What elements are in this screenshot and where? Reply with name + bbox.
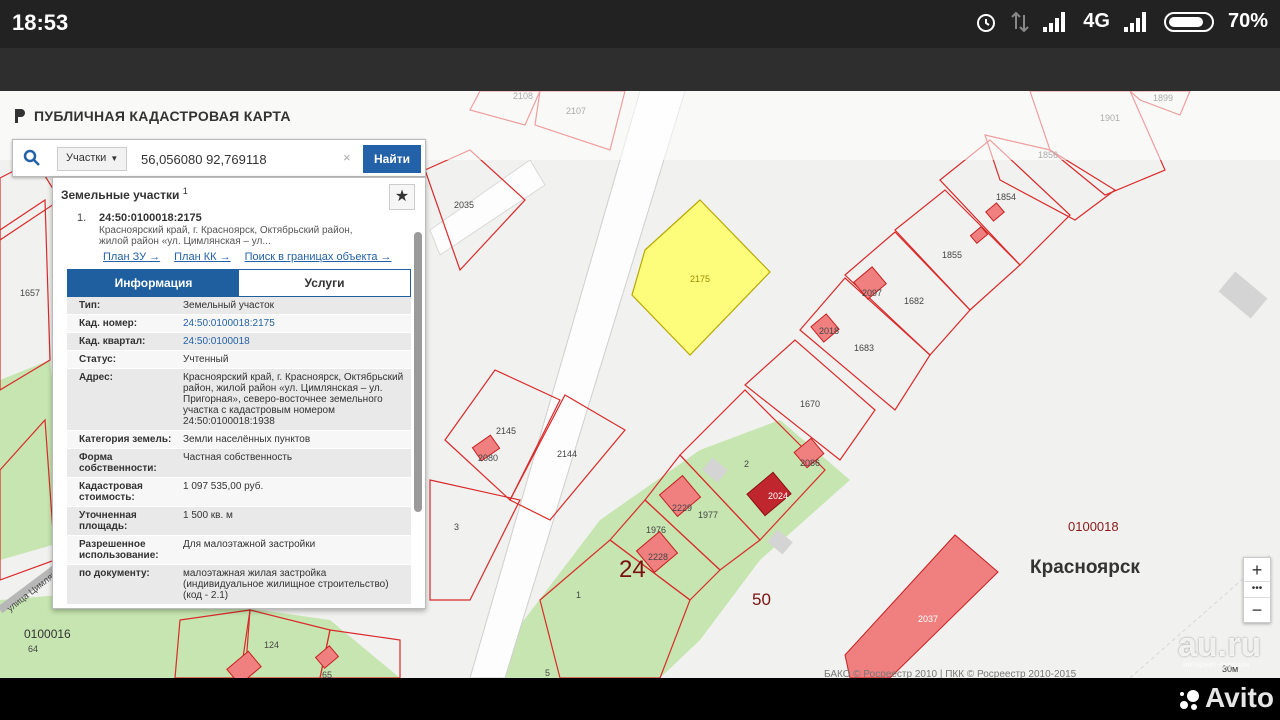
avito-logo-icon	[1180, 690, 1199, 710]
parcel-label: 2144	[557, 449, 577, 459]
bottom-bar	[0, 678, 1280, 720]
parcel-label: 2024	[768, 491, 788, 501]
cadastral-quarter-link[interactable]: 24:50:0100018	[179, 333, 411, 350]
table-row: Уточненная площадь: 1 500 кв. м	[67, 507, 411, 536]
zoom-controls: + ••• −	[1243, 557, 1271, 623]
battery-icon	[1163, 11, 1214, 32]
parcel-label: 1	[576, 590, 581, 600]
panel-heading: Земельные участки 1	[61, 186, 188, 202]
plan-kk-link[interactable]: План КК →	[174, 251, 230, 263]
table-row: Кадастровая стоимость: 1 097 535,00 руб.	[67, 478, 411, 507]
grey-block	[1218, 271, 1268, 319]
parcel-label: 2097	[862, 288, 882, 298]
parcel-label: 2018	[819, 326, 839, 336]
search-input[interactable]	[137, 145, 363, 173]
signal-icon-2	[1123, 11, 1150, 32]
table-row: Форма собственности: Частная собственност…	[67, 449, 411, 478]
parcel-label: 1854	[996, 192, 1016, 202]
parcel-label: 2086	[800, 458, 820, 468]
search-type-label: Участки	[66, 152, 107, 164]
parcel-label: 65	[322, 670, 332, 678]
parcel-label: 2145	[496, 426, 516, 436]
status-icons: 4G 70%	[975, 10, 1268, 33]
search-type-select[interactable]: Участки ▼	[57, 147, 128, 171]
zoom-in-button[interactable]: +	[1244, 558, 1270, 582]
parcel-label: 1977	[698, 510, 718, 520]
network-type: 4G	[1083, 10, 1110, 32]
parcel-label: 2	[744, 459, 749, 469]
result-title[interactable]: 24:50:0100018:2175	[99, 212, 202, 224]
table-row: Тип: Земельный участок	[67, 297, 411, 315]
parcel-label: 1683	[854, 343, 874, 353]
parcel-label: 2080	[478, 453, 498, 463]
table-row: Кад. номер: 24:50:0100018:2175	[67, 315, 411, 333]
info-table: Тип: Земельный участок Кад. номер: 24:50:0…	[67, 297, 411, 605]
search-in-bounds-link[interactable]: Поиск в границах объекта →	[245, 251, 392, 263]
parcel-label: 64	[28, 644, 38, 654]
find-button[interactable]: Найти	[363, 145, 421, 173]
chevron-down-icon: ▼	[110, 154, 119, 163]
panel-scrollbar[interactable]	[414, 232, 422, 512]
panel-tabs: Информация Услуги	[67, 269, 411, 297]
status-bar: 18:53 4G 70%	[0, 0, 1280, 48]
parcel-label: 2229	[672, 503, 692, 513]
data-arrows-icon	[1011, 11, 1029, 32]
parcel-label: 2035	[454, 200, 474, 210]
parcel-label: 5	[545, 668, 550, 678]
parcel-label: 2228	[648, 552, 668, 562]
plan-zu-link[interactable]: План ЗУ →	[103, 251, 160, 263]
district-label-24: 24	[619, 556, 646, 583]
search-icon[interactable]	[23, 149, 41, 167]
table-row: по документу: малоэтажная жилая застройка…	[67, 565, 411, 605]
table-row: Разрешенное использование: Для малоэтажно…	[67, 536, 411, 565]
favorite-star-icon[interactable]: ★	[389, 184, 415, 210]
result-links: План ЗУ → План КК → Поиск в границах объ…	[103, 251, 392, 263]
city-label: Красноярск	[1030, 557, 1140, 578]
selected-parcel-label: 2175	[690, 274, 710, 284]
tab-information[interactable]: Информация	[68, 270, 239, 296]
pkk-logo-icon	[15, 109, 25, 123]
quarter-label: 0100018	[1068, 519, 1119, 534]
table-row: Адрес: Красноярский край, г. Красноярск, …	[67, 369, 411, 431]
search-bar: Участки▼ × Найти	[12, 139, 426, 177]
status-time: 18:53	[12, 10, 69, 35]
parcel-label: 2037	[918, 614, 938, 624]
district-label-50: 50	[752, 590, 771, 609]
zoom-out-button[interactable]: −	[1244, 598, 1270, 622]
parcel-label: 3	[454, 522, 459, 532]
zoom-level-dots[interactable]: •••	[1244, 582, 1270, 598]
result-count: 1	[182, 186, 188, 196]
au-watermark-sub: интернет-аукцион	[1183, 660, 1250, 669]
app-title: ПУБЛИЧНАЯ КАДАСТРОВАЯ КАРТА	[34, 108, 291, 124]
parcel-label: 1682	[904, 296, 924, 306]
signal-icon	[1043, 11, 1069, 32]
parcel-label: 1657	[20, 288, 40, 298]
table-row: Категория земель: Земли населённых пункто…	[67, 431, 411, 449]
top-strip	[0, 48, 1280, 91]
battery-level: 70%	[1227, 10, 1268, 32]
parcel-label: 1976	[646, 525, 666, 535]
result-number: 1.	[77, 212, 87, 224]
table-row: Статус: Учтенный	[67, 351, 411, 369]
alarm-icon	[977, 13, 996, 32]
table-row: Кад. квартал: 24:50:0100018	[67, 333, 411, 351]
result-address: Красноярский край, г. Красноярск, Октябр…	[99, 225, 353, 247]
parcel-label: 1670	[800, 399, 820, 409]
clear-icon[interactable]: ×	[343, 150, 351, 165]
quarter-label-2: 0100016	[24, 627, 71, 641]
info-panel: Земельные участки 1 ★ 1. 24:50:0100018:2…	[52, 177, 426, 609]
avito-watermark: Avito	[1205, 682, 1274, 713]
screen: 18:53 4G 70% 1854 1855 1682 1683 1670 20…	[0, 0, 1280, 720]
parcel-label: 1855	[942, 250, 962, 260]
cadastral-number-link[interactable]: 24:50:0100018:2175	[179, 315, 411, 332]
tab-services[interactable]: Услуги	[239, 270, 410, 296]
parcel-label: 124	[264, 640, 279, 650]
